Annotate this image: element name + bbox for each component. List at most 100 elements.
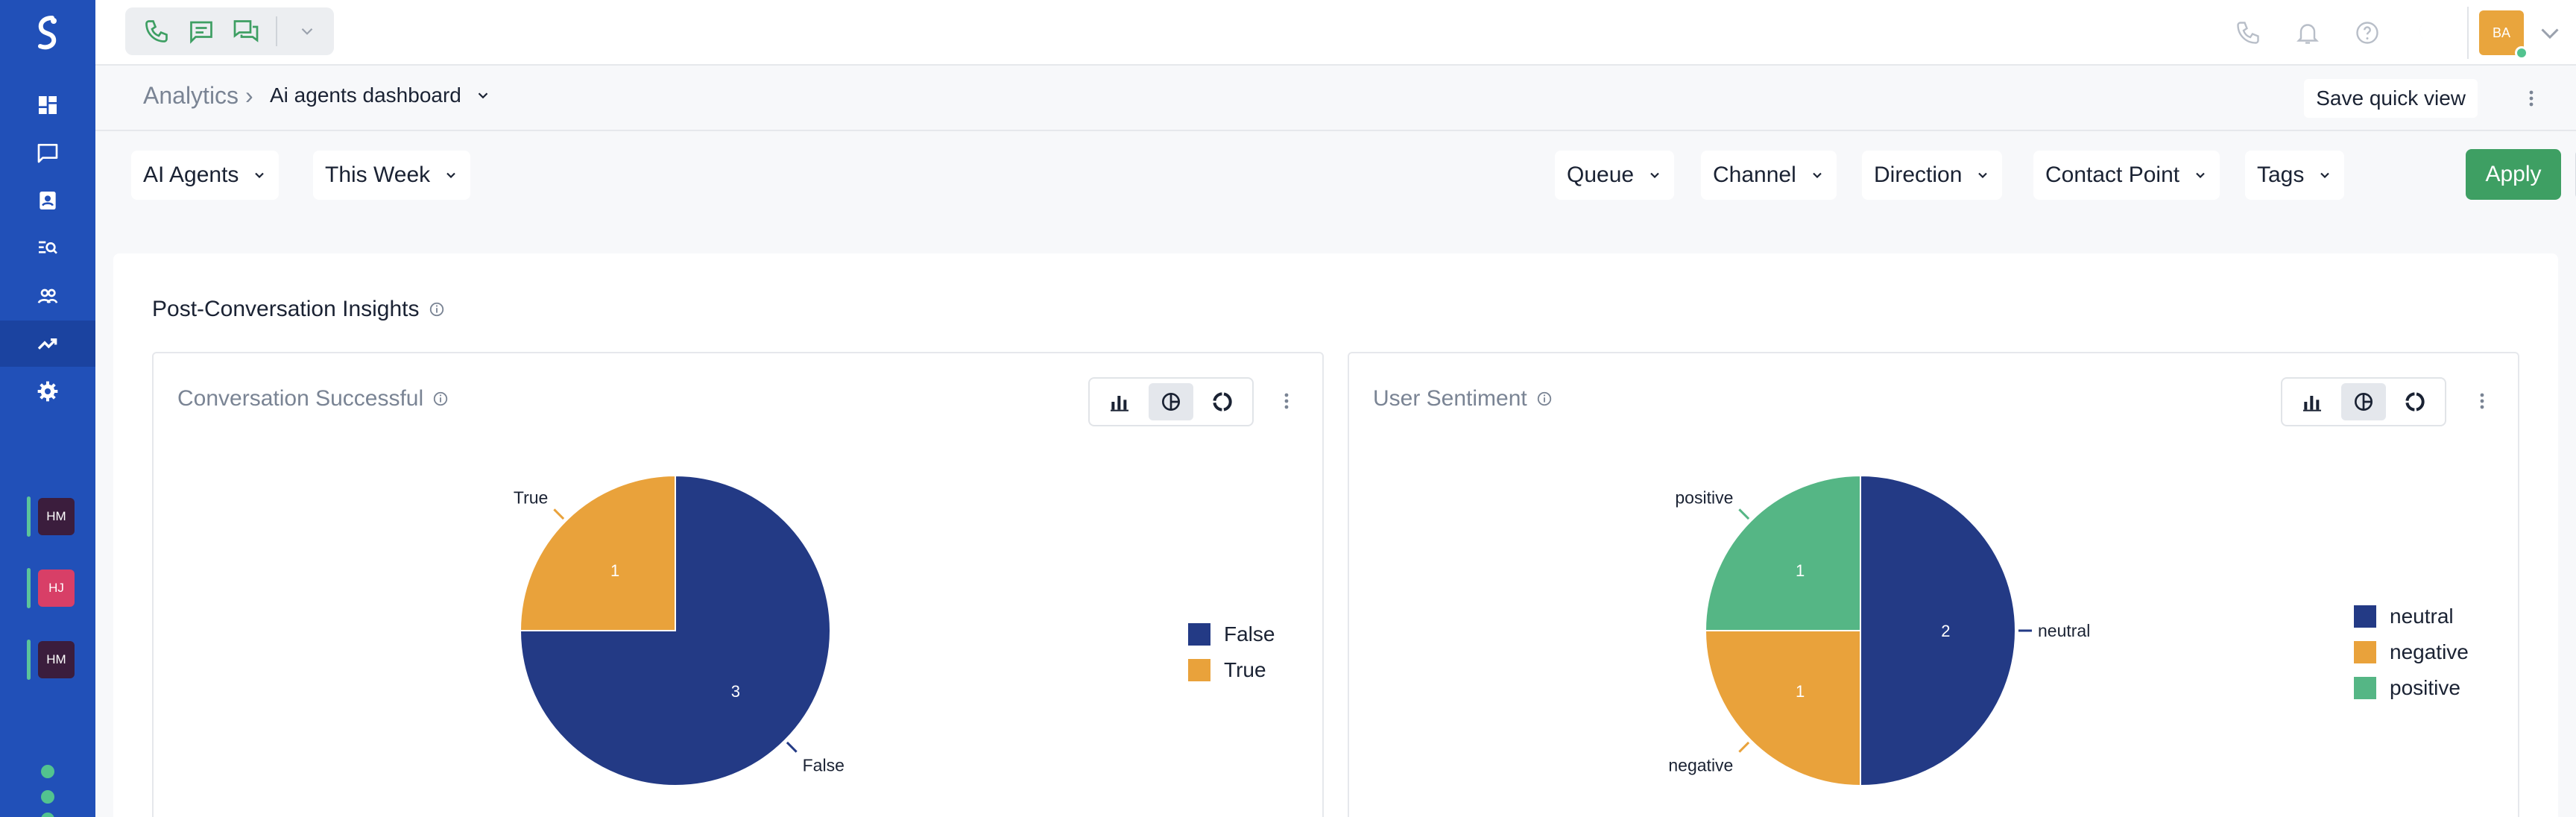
user-avatar[interactable]: BA bbox=[2479, 10, 2528, 60]
top-bar: BA bbox=[95, 0, 2576, 66]
nav-users[interactable] bbox=[0, 273, 95, 319]
tags-filter[interactable]: Tags bbox=[2245, 151, 2345, 200]
info-icon[interactable] bbox=[1536, 391, 1553, 407]
message-icon bbox=[190, 21, 212, 44]
nav-search-list[interactable] bbox=[0, 225, 95, 271]
chart-panel-conversation-successful: Conversation Successful 3 False 1 True Fals… bbox=[152, 352, 1324, 817]
date-range-filter[interactable]: This Week bbox=[313, 151, 471, 200]
agent-status-bar bbox=[27, 568, 31, 608]
slice-leader-line bbox=[553, 508, 565, 520]
chart-options-button[interactable] bbox=[1272, 382, 1301, 420]
agent-type-filter[interactable]: AI Agents bbox=[131, 151, 280, 200]
chevron-down-icon bbox=[1650, 172, 1659, 179]
dark-mode-toggle[interactable] bbox=[2397, 0, 2457, 66]
nav-analytics[interactable] bbox=[0, 321, 95, 367]
legend-swatch bbox=[2354, 641, 2376, 663]
status-dot bbox=[41, 813, 54, 817]
legend-swatch bbox=[2354, 677, 2376, 699]
slice-value-label: 2 bbox=[1941, 622, 1950, 640]
agent-status-bar bbox=[27, 640, 31, 680]
chart-panel-user-sentiment: User Sentiment 2 neutral 1 negative 1 positiv… bbox=[1348, 352, 2519, 817]
kebab-icon bbox=[2480, 393, 2484, 409]
legend-label: negative bbox=[2390, 640, 2469, 663]
legend-item[interactable]: False bbox=[1188, 622, 1275, 647]
online-status-dot bbox=[2515, 46, 2528, 60]
account-menu-toggle[interactable] bbox=[2524, 0, 2576, 66]
direction-filter[interactable]: Direction bbox=[1862, 151, 2003, 200]
bar-chart-toggle[interactable] bbox=[1097, 383, 1142, 420]
queue-filter[interactable]: Queue bbox=[1555, 151, 1675, 200]
slice-category-label: False bbox=[803, 756, 845, 775]
slice-category-label: positive bbox=[1675, 488, 1733, 507]
chart-legend: False True bbox=[1188, 622, 1275, 683]
call-button[interactable] bbox=[134, 12, 179, 51]
chevron-down-icon bbox=[1978, 172, 1988, 179]
conversations-icon bbox=[37, 144, 58, 163]
slice-category-label: negative bbox=[1668, 756, 1733, 775]
bar-chart-icon bbox=[2303, 396, 2322, 411]
phone-icon bbox=[145, 20, 168, 42]
nav-dashboard[interactable] bbox=[0, 82, 95, 128]
legend-swatch bbox=[2354, 605, 2376, 628]
legend-item[interactable]: positive bbox=[2354, 675, 2469, 701]
save-quick-view-button[interactable]: Save quick view bbox=[2304, 79, 2478, 118]
help-icon bbox=[2356, 22, 2378, 44]
chevron-down-icon bbox=[478, 92, 488, 99]
slice-category-label: True bbox=[514, 488, 548, 507]
pie-chart-toggle[interactable] bbox=[1148, 383, 1193, 420]
chat-button[interactable] bbox=[224, 12, 268, 51]
filter-label: Contact Point bbox=[2045, 163, 2180, 187]
agent-status-bar bbox=[27, 496, 31, 537]
legend-item[interactable]: neutral bbox=[2354, 604, 2469, 629]
legend-item[interactable]: negative bbox=[2354, 640, 2469, 665]
dashboard-selector[interactable]: Ai agents dashboard bbox=[270, 83, 491, 107]
slice-category-label: neutral bbox=[2038, 621, 2090, 640]
contact-point-filter[interactable]: Contact Point bbox=[2033, 151, 2220, 200]
chevron-down-icon bbox=[301, 28, 313, 35]
contacts-icon bbox=[40, 192, 56, 209]
chevron-down-icon bbox=[255, 172, 265, 179]
donut-chart-icon bbox=[1212, 392, 1232, 411]
agent-chip-3[interactable]: HM bbox=[27, 640, 75, 680]
donut-chart-icon bbox=[2405, 392, 2425, 411]
channel-filter[interactable]: Channel bbox=[1701, 151, 1837, 200]
filter-label: Queue bbox=[1567, 163, 1635, 187]
insights-section: Post-Conversation Insights Conversation … bbox=[113, 253, 2558, 817]
legend-swatch bbox=[1188, 659, 1210, 681]
chevron-down-icon bbox=[2196, 172, 2205, 179]
sms-button[interactable] bbox=[179, 12, 224, 51]
donut-chart-toggle[interactable] bbox=[1200, 383, 1245, 420]
app-logo-icon[interactable] bbox=[30, 13, 66, 52]
pie-slice-neutral[interactable] bbox=[1860, 474, 2016, 787]
info-icon[interactable] bbox=[432, 391, 449, 407]
chevron-down-icon bbox=[2541, 28, 2559, 40]
nav-settings[interactable] bbox=[0, 368, 95, 414]
more-options-button[interactable] bbox=[2516, 79, 2546, 118]
nav-contacts[interactable] bbox=[0, 177, 95, 224]
bar-chart-toggle[interactable] bbox=[2290, 383, 2334, 420]
apply-filters-button[interactable]: Apply bbox=[2466, 149, 2561, 200]
more-actions-dropdown[interactable] bbox=[285, 12, 329, 51]
kebab-icon bbox=[1284, 393, 1289, 409]
donut-chart-toggle[interactable] bbox=[2393, 383, 2437, 420]
chart-options-button[interactable] bbox=[2467, 382, 2497, 420]
phone-status-button[interactable] bbox=[2218, 0, 2278, 66]
pie-chart-toggle[interactable] bbox=[2340, 383, 2386, 420]
legend-item[interactable]: True bbox=[1188, 657, 1275, 683]
agent-chip-1[interactable]: HM bbox=[27, 496, 75, 537]
slice-leader-line bbox=[786, 741, 798, 753]
bar-chart-icon bbox=[1111, 396, 1129, 411]
breadcrumb: Analytics › Ai agents dashboard Save qui… bbox=[95, 66, 2576, 131]
notifications-button[interactable] bbox=[2278, 0, 2337, 66]
agent-chip-2[interactable]: HJ bbox=[27, 568, 75, 608]
status-dot bbox=[41, 765, 54, 778]
help-button[interactable] bbox=[2337, 0, 2397, 66]
info-icon[interactable] bbox=[429, 301, 445, 318]
chart-title-text: Conversation Successful bbox=[177, 386, 424, 411]
chevron-down-icon bbox=[1812, 172, 1822, 179]
kebab-icon bbox=[2529, 90, 2534, 107]
nav-conversations[interactable] bbox=[0, 130, 95, 176]
phone-icon bbox=[2237, 22, 2259, 44]
breadcrumb-root[interactable]: Analytics › bbox=[143, 82, 253, 110]
filter-label: Direction bbox=[1874, 163, 1963, 187]
